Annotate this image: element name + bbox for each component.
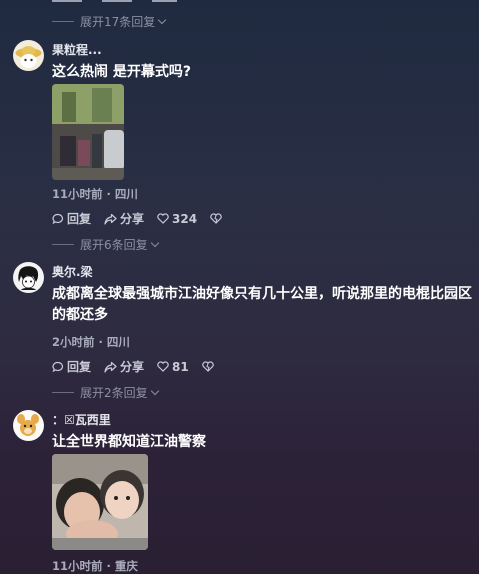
comment-meta: 11小时前 · 重庆 [52, 559, 138, 573]
comment-bubble-icon [52, 213, 64, 224]
comment-actions: 回复 分享 81 [52, 358, 230, 375]
expand-replies-button[interactable]: 展开2条回复 [52, 384, 159, 401]
avatar[interactable] [13, 40, 44, 71]
expand-replies-label: 展开17条回复 [80, 15, 156, 29]
heart-icon [157, 213, 169, 224]
share-button[interactable]: 分享 [104, 210, 144, 227]
reply-label: 回复 [67, 360, 92, 374]
comment-image[interactable] [52, 84, 124, 180]
share-icon [104, 361, 117, 373]
expand-replies-label: 展开2条回复 [80, 386, 148, 400]
reply-button[interactable]: 回复 [52, 358, 91, 375]
comment-meta: 11小时前 · 四川 [52, 187, 138, 201]
comment-text: 成都离全球最强城市江油好像只有几十公里，听说那里的电棍比园区的都还多 [52, 286, 472, 323]
dislike-button[interactable] [201, 361, 217, 372]
avatar[interactable] [13, 262, 44, 293]
comment-meta: 2小时前 · 四川 [52, 335, 130, 349]
share-icon [104, 213, 117, 225]
avatar[interactable] [13, 410, 44, 441]
like-count: 81 [172, 359, 189, 374]
chevron-down-icon [150, 386, 159, 396]
comment-actions: 回复 分享 324 [52, 210, 238, 227]
broken-heart-icon [201, 361, 214, 372]
like-count: 324 [172, 211, 198, 226]
share-label: 分享 [120, 212, 145, 226]
divider-line [52, 21, 74, 22]
share-label: 分享 [120, 360, 145, 374]
divider-line [52, 244, 74, 245]
expand-replies-button[interactable]: 展开17条回复 [52, 13, 167, 30]
expand-replies-label: 展开6条回复 [80, 238, 148, 252]
reply-label: 回复 [67, 212, 92, 226]
share-button[interactable]: 分享 [104, 358, 144, 375]
username[interactable]: ：☒瓦西里 [52, 411, 111, 428]
dislike-button[interactable] [210, 213, 225, 224]
comment-image[interactable] [52, 454, 148, 550]
comment-text: 让全世界都知道江油警察 [52, 434, 206, 450]
heart-icon [157, 361, 169, 372]
expand-replies-button[interactable]: 展开6条回复 [52, 236, 159, 253]
username[interactable]: 奥尔.梁 [52, 263, 93, 280]
reply-button[interactable]: 回复 [52, 210, 91, 227]
previous-comment-actions-fragment [52, 0, 192, 2]
like-button[interactable]: 81 [157, 360, 189, 374]
chevron-down-icon [150, 238, 159, 248]
like-button[interactable]: 324 [157, 212, 197, 226]
divider-line [52, 392, 74, 393]
comment-text: 这么热闹 是开幕式吗? [52, 64, 191, 80]
chevron-down-icon [158, 15, 167, 25]
username[interactable]: 果粒程... [52, 41, 102, 58]
comment-bubble-icon [52, 361, 64, 372]
broken-heart-icon [210, 213, 222, 224]
